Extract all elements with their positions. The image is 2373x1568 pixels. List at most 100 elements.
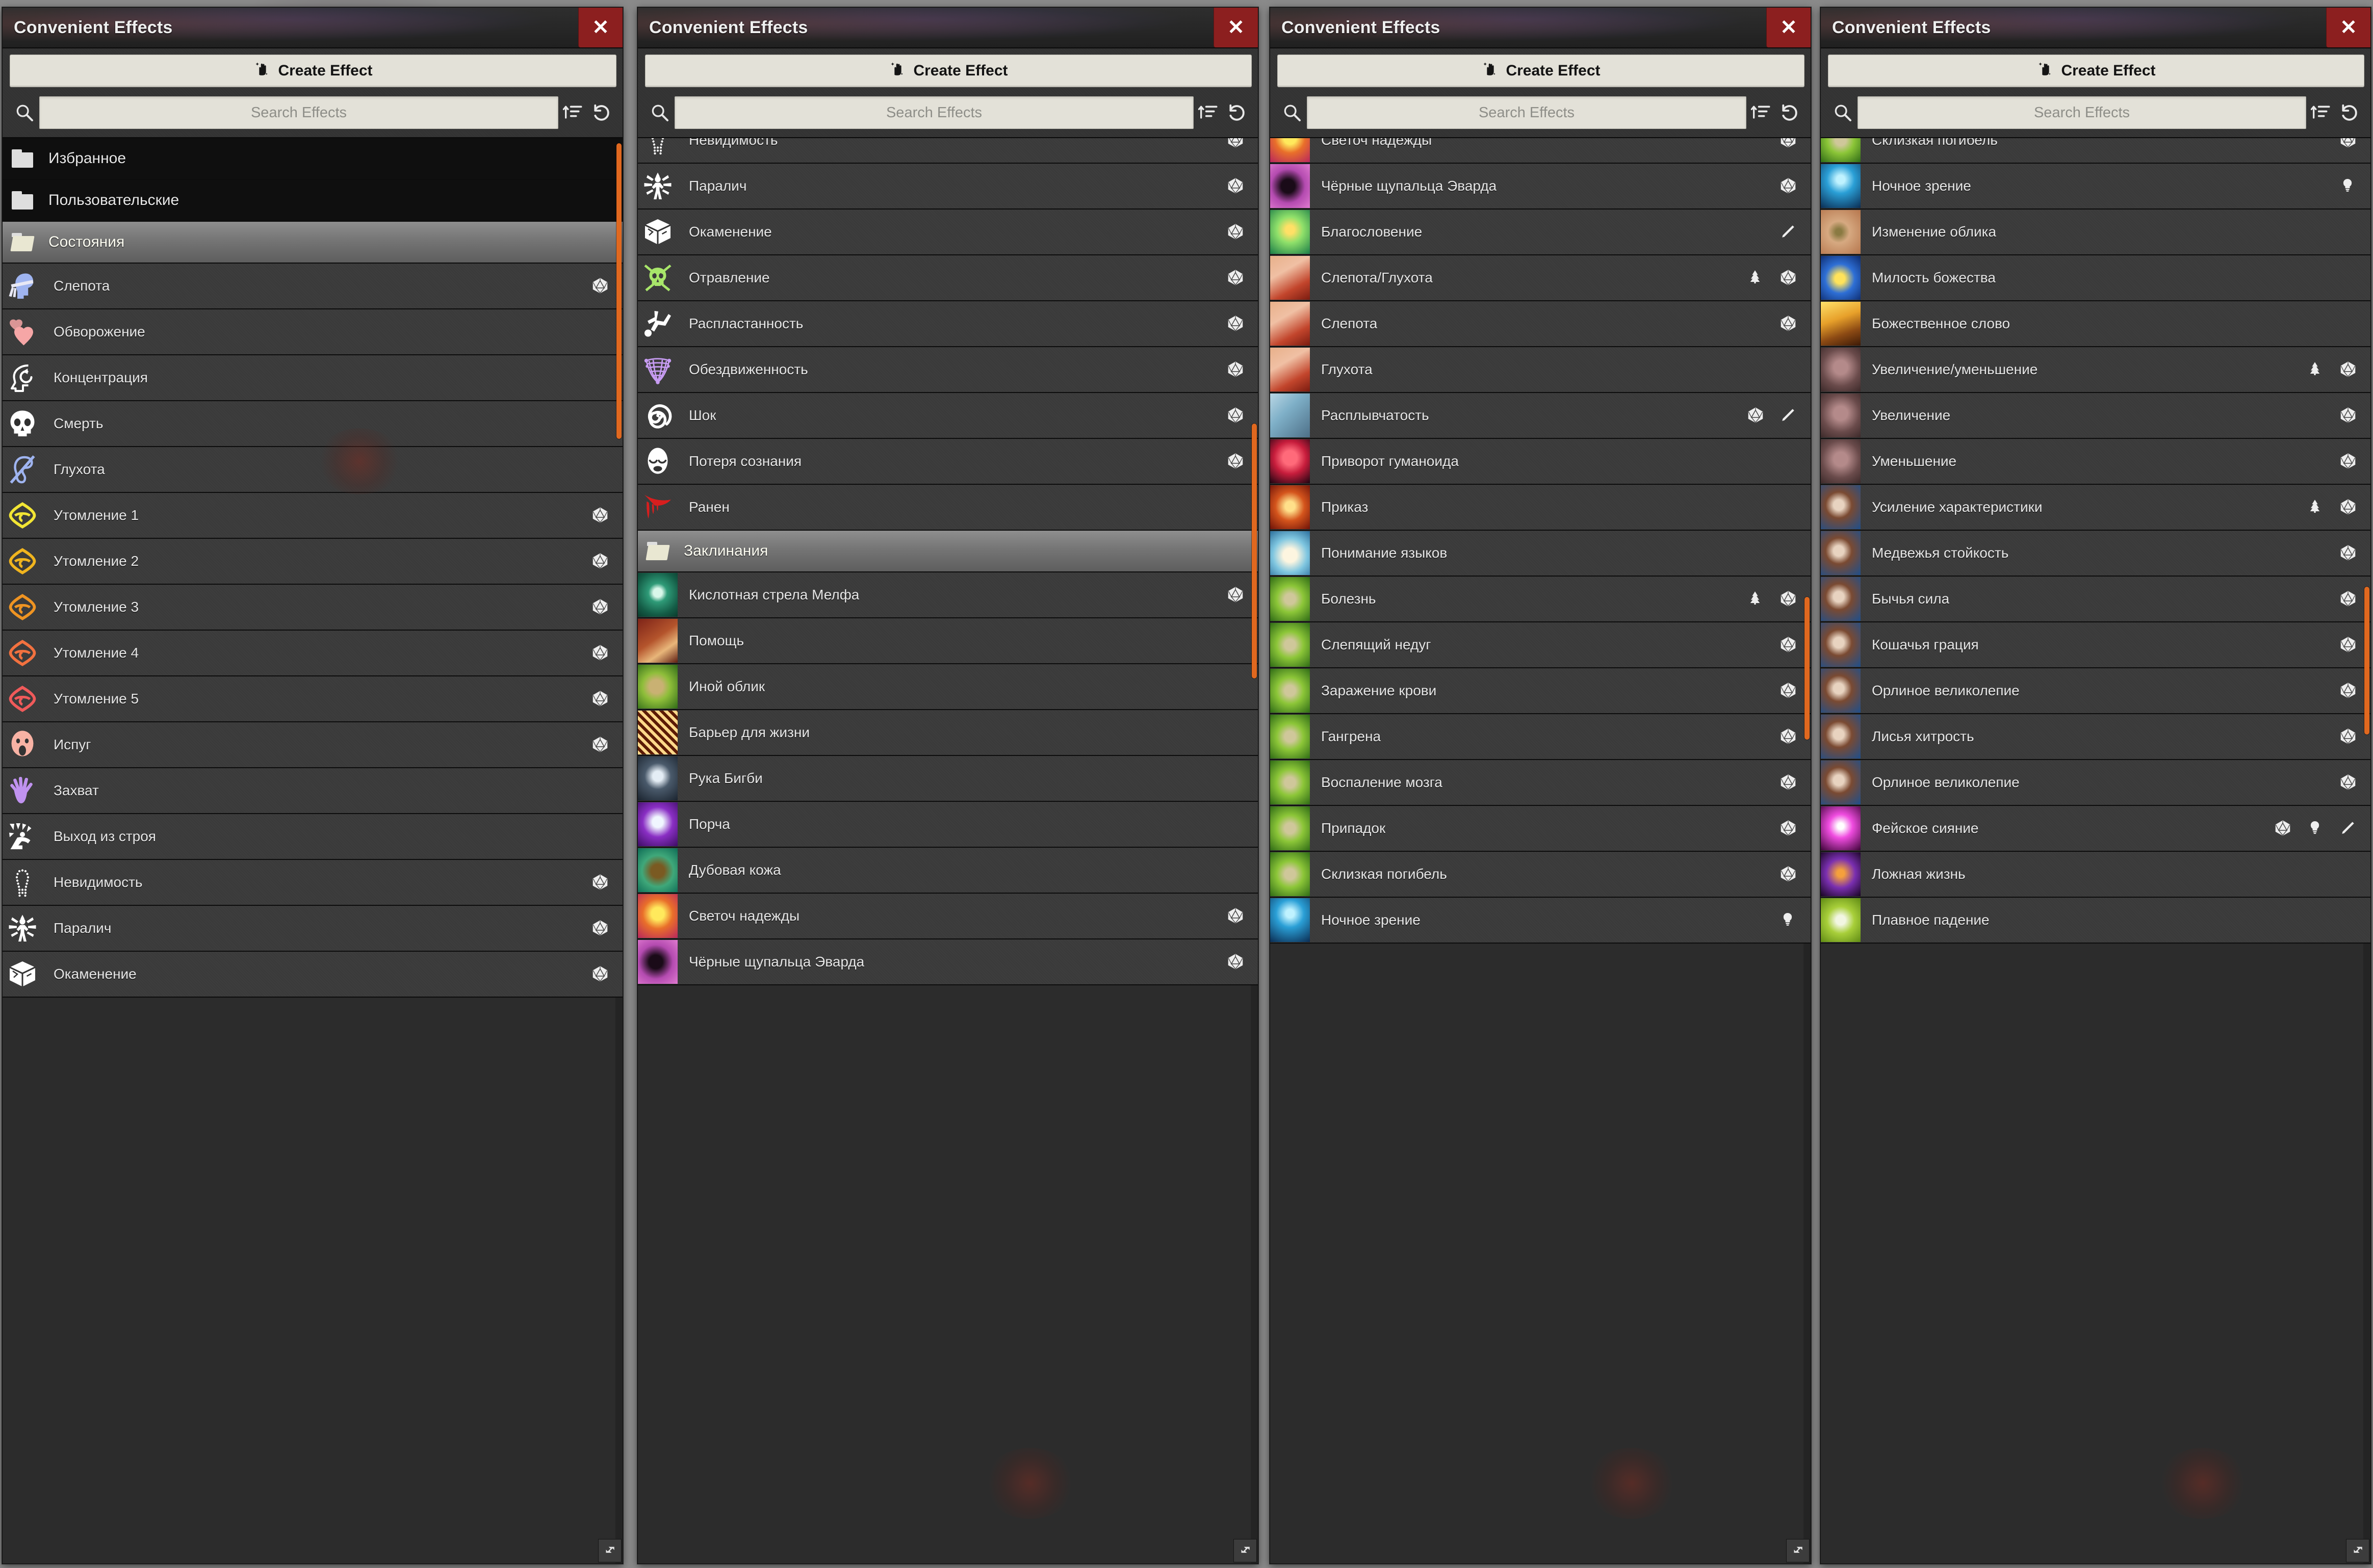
effect-row[interactable]: Порча [638,802,1258,848]
effect-row[interactable]: Невидимость [638,138,1258,164]
effect-row[interactable]: Паралич [638,164,1258,210]
d20-die-icon[interactable] [2340,590,2357,608]
effect-row[interactable]: Шок [638,393,1258,439]
d20-die-icon[interactable] [1227,953,1245,971]
d20-die-icon[interactable] [1780,315,1797,332]
pencil-icon[interactable] [1780,223,1797,241]
d20-die-icon[interactable] [2340,499,2357,516]
sort-icon[interactable] [1746,102,1775,123]
effect-row[interactable]: Лисья хитрость [1821,714,2370,760]
d20-die-icon[interactable] [1227,361,1245,378]
d20-die-icon[interactable] [1780,590,1797,608]
window-titlebar[interactable]: Convenient Effects ✕ [1821,8,2370,48]
folder-row[interactable]: Избранное [3,138,623,180]
effect-row[interactable]: Расплывчатость [1270,393,1811,439]
reset-icon[interactable] [1222,102,1251,123]
pine-tree-icon[interactable] [1747,269,1765,286]
effect-row[interactable]: Обворожение [3,309,623,355]
sort-icon[interactable] [1194,102,1222,123]
d20-die-icon[interactable] [1780,636,1797,654]
lightbulb-icon[interactable] [2307,820,2325,837]
effect-row[interactable]: Склизкая погибель [1821,138,2370,164]
effects-list[interactable]: Светоч надежды Чёрные щупальца Эварда Благ… [1270,138,1811,1563]
scrollbar-thumb[interactable] [2364,587,2369,735]
effects-list[interactable]: Избранное Пользовательские Состояния Слепот… [3,138,623,1563]
d20-die-icon[interactable] [592,277,609,295]
effect-row[interactable]: Концентрация [3,355,623,401]
effect-row[interactable]: Глухота [3,447,623,493]
d20-die-icon[interactable] [2340,407,2357,424]
reset-icon[interactable] [587,102,615,123]
resize-grip-icon[interactable] [598,1539,622,1562]
close-button[interactable]: ✕ [578,8,623,47]
reset-icon[interactable] [1775,102,1803,123]
d20-die-icon[interactable] [592,553,609,570]
d20-die-icon[interactable] [2340,774,2357,791]
effect-row[interactable]: Уменьшение [1821,439,2370,485]
close-button[interactable]: ✕ [2326,8,2370,47]
search-input[interactable] [39,96,558,129]
scrollbar-thumb[interactable] [616,143,622,439]
effect-row[interactable]: Утомление 5 [3,676,623,722]
d20-die-icon[interactable] [2340,682,2357,699]
effect-row[interactable]: Испуг [3,722,623,768]
d20-die-icon[interactable] [592,920,609,937]
effect-row[interactable]: Божественное слово [1821,301,2370,347]
effect-row[interactable]: Ложная жизнь [1821,852,2370,898]
d20-die-icon[interactable] [1227,453,1245,470]
d20-die-icon[interactable] [1227,177,1245,195]
create-effect-button[interactable]: Create Effect [645,55,1252,87]
window-titlebar[interactable]: Convenient Effects ✕ [638,8,1258,48]
effect-row[interactable]: Приказ [1270,485,1811,531]
effect-row[interactable]: Милость божества [1821,255,2370,301]
d20-die-icon[interactable] [1227,315,1245,332]
create-effect-button[interactable]: Create Effect [1277,55,1804,87]
effects-list[interactable]: Невидимость Паралич Окаменение Отравление Ра… [638,138,1258,1563]
effect-row[interactable]: Невидимость [3,860,623,906]
effect-row[interactable]: Смерть [3,401,623,447]
effect-row[interactable]: Заражение крови [1270,668,1811,714]
d20-die-icon[interactable] [2340,453,2357,470]
d20-die-icon[interactable] [1747,407,1765,424]
sort-icon[interactable] [558,102,587,123]
close-button[interactable]: ✕ [1766,8,1811,47]
pencil-icon[interactable] [2340,820,2357,837]
lightbulb-icon[interactable] [2340,177,2357,195]
effect-row[interactable]: Припадок [1270,806,1811,852]
d20-die-icon[interactable] [592,965,609,983]
effect-row[interactable]: Кислотная стрела Мелфа [638,572,1258,618]
d20-die-icon[interactable] [1780,774,1797,791]
d20-die-icon[interactable] [1780,682,1797,699]
effect-row[interactable]: Глухота [1270,347,1811,393]
d20-die-icon[interactable] [2340,138,2357,149]
lightbulb-icon[interactable] [1780,911,1797,929]
folder-row[interactable]: Пользовательские [3,180,623,222]
window-titlebar[interactable]: Convenient Effects ✕ [1270,8,1811,48]
close-button[interactable]: ✕ [1214,8,1258,47]
d20-die-icon[interactable] [592,598,609,616]
sort-icon[interactable] [2306,102,2335,123]
d20-die-icon[interactable] [2340,544,2357,562]
resize-grip-icon[interactable] [1233,1539,1257,1562]
resize-grip-icon[interactable] [2346,1539,2369,1562]
scrollbar-thumb[interactable] [1804,597,1810,740]
effect-row[interactable]: Усиление характеристики [1821,485,2370,531]
effect-row[interactable]: Увеличение/уменьшение [1821,347,2370,393]
d20-die-icon[interactable] [1227,586,1245,604]
d20-die-icon[interactable] [592,874,609,891]
d20-die-icon[interactable] [1780,728,1797,745]
effect-row[interactable]: Медвежья стойкость [1821,531,2370,577]
effect-row[interactable]: Кошачья грация [1821,622,2370,668]
effect-row[interactable]: Светоч надежды [638,894,1258,939]
effect-row[interactable]: Дубовая кожа [638,848,1258,894]
effect-row[interactable]: Распластанность [638,301,1258,347]
effect-row[interactable]: Потеря сознания [638,439,1258,485]
effect-row[interactable]: Ночное зрение [1270,898,1811,944]
effect-row[interactable]: Слепота [3,264,623,309]
create-effect-button[interactable]: Create Effect [10,55,616,87]
pine-tree-icon[interactable] [2307,499,2325,516]
effect-row[interactable]: Ночное зрение [1821,164,2370,210]
effect-row[interactable]: Склизкая погибель [1270,852,1811,898]
search-input[interactable] [675,96,1194,129]
effect-row[interactable]: Обездвиженность [638,347,1258,393]
